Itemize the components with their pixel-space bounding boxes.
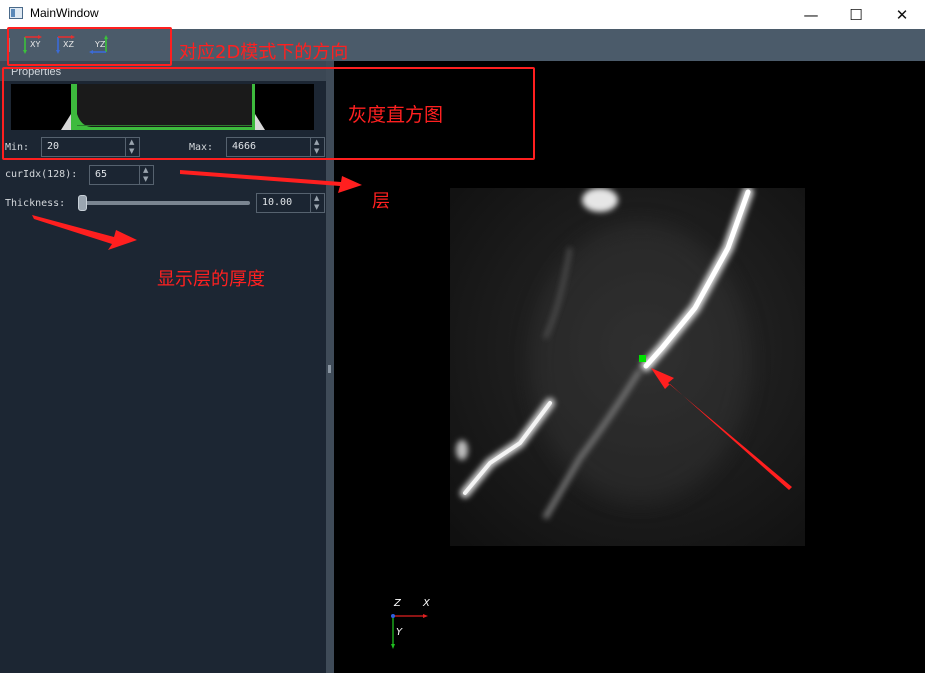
thickness-spinbox[interactable]: 10.00 ▲ ▼ xyxy=(256,193,325,213)
maximize-icon: ☐ xyxy=(849,5,863,24)
curidx-label: curIdx(128): xyxy=(5,169,78,180)
thickness-label: Thickness: xyxy=(5,198,66,209)
annotation-box-histogram xyxy=(2,67,535,160)
annotation-box-toolbar xyxy=(7,27,172,66)
position-marker[interactable] xyxy=(639,355,646,362)
app-window-icon xyxy=(9,7,23,19)
axis-y-label: Y xyxy=(396,627,403,638)
splitter-grip[interactable] xyxy=(328,365,331,373)
minimize-button[interactable]: — xyxy=(788,0,834,29)
annotation-orientation: 对应2D模式下的方向 xyxy=(179,42,349,63)
annotation-layer: 层 xyxy=(372,191,390,212)
annotation-thickness: 显示层的厚度 xyxy=(157,269,265,290)
maximize-button[interactable]: ☐ xyxy=(833,0,879,29)
axis-z-label: Z xyxy=(394,598,401,609)
thickness-spin-buttons[interactable]: ▲ ▼ xyxy=(310,194,324,212)
curidx-value: 65 xyxy=(95,169,108,180)
image-slice[interactable] xyxy=(450,188,805,546)
spin-down-icon[interactable]: ▼ xyxy=(143,176,148,183)
spin-down-icon[interactable]: ▼ xyxy=(314,204,319,211)
curidx-spinbox[interactable]: 65 ▲ ▼ xyxy=(89,165,154,185)
window-title: MainWindow xyxy=(30,6,99,20)
minimize-icon: — xyxy=(803,5,819,24)
spin-up-icon[interactable]: ▲ xyxy=(143,167,148,174)
close-button[interactable]: ✕ xyxy=(879,0,925,29)
annotation-histogram: 灰度直方图 xyxy=(348,104,444,126)
thickness-value: 10.00 xyxy=(262,197,293,208)
thickness-slider-track[interactable] xyxy=(85,201,250,205)
thickness-slider-handle[interactable] xyxy=(78,195,87,211)
title-bar xyxy=(0,0,925,29)
spin-up-icon[interactable]: ▲ xyxy=(314,195,319,202)
axis-x-label: X xyxy=(423,598,430,609)
curidx-spin-buttons[interactable]: ▲ ▼ xyxy=(139,166,153,184)
close-icon: ✕ xyxy=(895,5,909,24)
